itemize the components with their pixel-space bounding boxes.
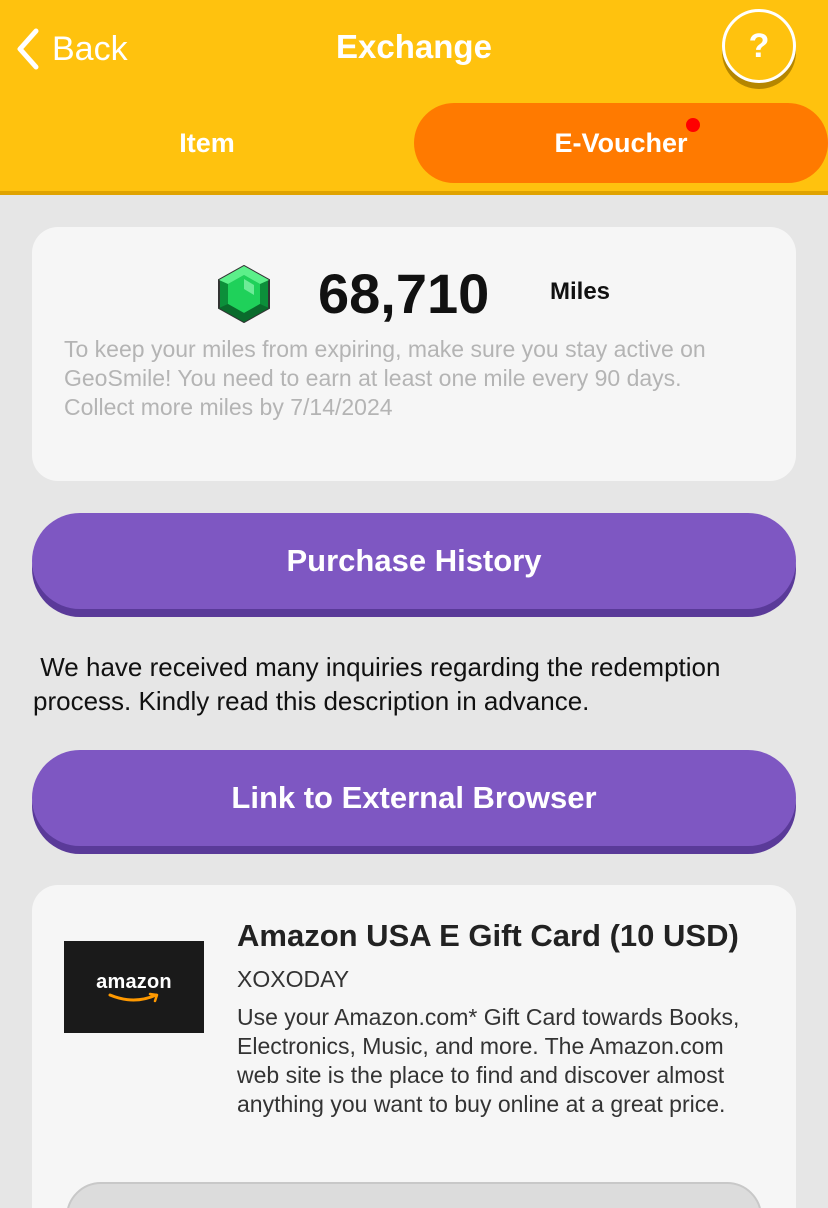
amazon-smile-icon [108,992,159,1002]
amazon-logo-text: amazon [96,970,172,993]
tab-item-label: Item [179,127,235,158]
notification-dot [686,118,700,132]
product-description: Use your Amazon.com* Gift Card towards B… [237,1004,740,1117]
help-button[interactable]: ? [722,9,796,83]
external-browser-label: Link to External Browser [231,780,597,815]
back-button[interactable]: Back [14,26,128,72]
tab-item[interactable]: Item [0,103,414,183]
tab-bar: Item E-Voucher [0,103,828,183]
question-mark-icon: ? [748,26,770,65]
product-action-button[interactable] [66,1182,762,1208]
tab-e-voucher-label: E-Voucher [554,127,688,158]
inquiry-notice: We have received many inquiries regardin… [33,652,728,716]
product-provider: XOXODAY [237,966,350,992]
green-gem-icon [218,265,270,323]
tab-e-voucher[interactable]: E-Voucher [414,103,828,183]
chevron-left-icon [17,28,39,70]
amazon-logo: amazon [64,941,204,1033]
external-browser-button[interactable]: Link to External Browser [32,750,796,846]
back-label: Back [52,29,128,68]
purchase-history-button[interactable]: Purchase History [32,513,796,609]
miles-value: 68,710 [318,262,490,325]
purchase-history-label: Purchase History [286,543,542,578]
miles-expiry-note: To keep your miles from expiring, make s… [64,336,706,420]
product-title: Amazon USA E Gift Card (10 USD) [237,918,739,953]
miles-unit: Miles [550,278,611,305]
